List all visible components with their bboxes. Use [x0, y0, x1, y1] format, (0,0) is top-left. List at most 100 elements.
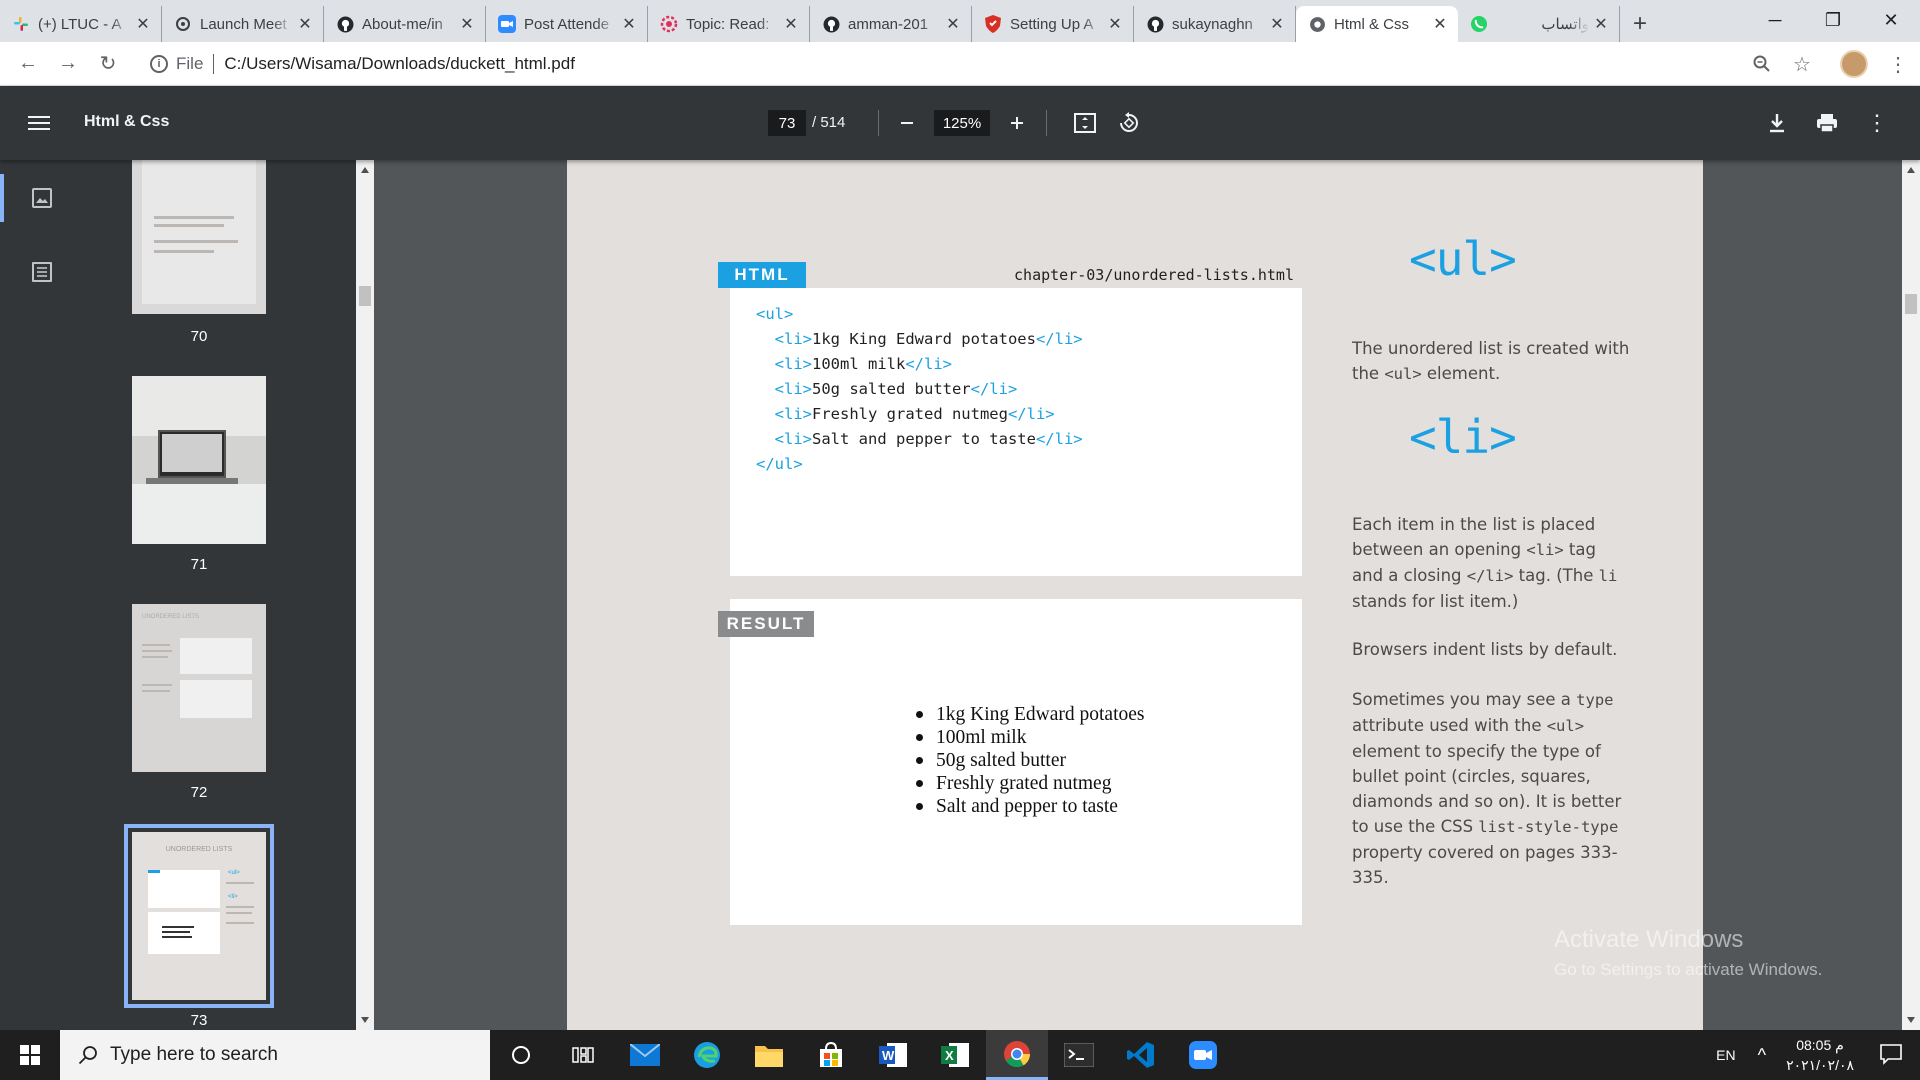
svg-text:W: W: [882, 1048, 895, 1063]
zoom-app-icon[interactable]: [1172, 1030, 1234, 1080]
slack-icon: [12, 15, 30, 33]
edge-icon[interactable]: [676, 1030, 738, 1080]
browser-tab[interactable]: Topic: Read: ✕: [648, 6, 810, 42]
taskbar-search-box[interactable]: Type here to search: [60, 1030, 490, 1080]
thumbnail-number: 73: [190, 1012, 208, 1029]
close-icon[interactable]: ✕: [621, 14, 637, 34]
activate-windows-watermark: Activate Windows Go to Settings to activ…: [1554, 926, 1822, 980]
scroll-up-arrow[interactable]: [1907, 167, 1915, 173]
scroll-up-arrow[interactable]: [361, 167, 369, 173]
thumbnail-scrollbar[interactable]: [356, 160, 374, 1030]
list-item: Salt and pepper to taste: [914, 795, 1145, 818]
notification-icon[interactable]: [1880, 1043, 1902, 1068]
page-thumbnail[interactable]: UNORDERED LISTS: [132, 604, 266, 772]
download-icon[interactable]: [1760, 106, 1794, 140]
zoom-in-button[interactable]: [1000, 106, 1034, 140]
browser-tab[interactable]: amman-201 ✕: [810, 6, 972, 42]
browser-tab[interactable]: (+) LTUC - A ✕: [0, 6, 162, 42]
print-icon[interactable]: [1810, 106, 1844, 140]
close-window-button[interactable]: ✕: [1862, 0, 1920, 40]
minimize-button[interactable]: ─: [1746, 0, 1804, 40]
reload-button[interactable]: ↻: [88, 46, 128, 82]
gear-icon: [660, 15, 678, 33]
excel-icon[interactable]: X: [924, 1030, 986, 1080]
mail-icon[interactable]: [614, 1030, 676, 1080]
menu-kebab-icon[interactable]: ⋮: [1878, 46, 1918, 82]
code-line: <li>100ml milk</li>: [774, 355, 952, 373]
thumbnails-icon[interactable]: [32, 188, 52, 208]
back-button[interactable]: ←: [8, 46, 48, 82]
thumbnail-number: 72: [190, 784, 208, 801]
file-explorer-icon[interactable]: [738, 1030, 800, 1080]
code-panel: <ul> <li>1kg King Edward potatoes</li> <…: [730, 262, 1302, 576]
globe-icon: [1308, 15, 1326, 33]
close-icon[interactable]: ✕: [1593, 14, 1609, 34]
more-options-icon[interactable]: ⋮: [1860, 106, 1894, 140]
browser-tab[interactable]: واتساب ✕: [1458, 6, 1620, 42]
vscode-icon[interactable]: [1110, 1030, 1172, 1080]
close-icon[interactable]: ✕: [459, 14, 475, 34]
forward-button[interactable]: →: [48, 46, 88, 82]
chrome-icon[interactable]: [986, 1030, 1048, 1080]
tab-label: واتساب: [1541, 16, 1589, 33]
chevron-up-icon[interactable]: ^: [1758, 1045, 1766, 1066]
close-icon[interactable]: ✕: [1432, 14, 1448, 34]
new-tab-button[interactable]: +: [1620, 6, 1660, 42]
zoom-icon[interactable]: [1742, 46, 1782, 82]
scroll-down-arrow[interactable]: [1907, 1017, 1915, 1023]
close-icon[interactable]: ✕: [1269, 14, 1285, 34]
browser-tab-active[interactable]: Html & Css ✕: [1296, 6, 1458, 42]
tab-label: Post Attende: [524, 15, 610, 33]
outline-icon[interactable]: [32, 262, 52, 282]
language-indicator[interactable]: EN: [1716, 1047, 1735, 1063]
page-thumbnail-selected[interactable]: UNORDERED LISTS <ul> <li>: [124, 824, 274, 1008]
rotate-icon[interactable]: [1112, 106, 1146, 140]
html-label: HTML: [718, 262, 806, 288]
clock-time: 08:05 م: [1796, 1037, 1844, 1053]
fit-page-icon[interactable]: [1068, 106, 1102, 140]
bookmark-star-icon[interactable]: ☆: [1782, 46, 1822, 82]
browser-tab[interactable]: sukaynaghn ✕: [1134, 6, 1296, 42]
sidebar-rail: [0, 160, 84, 1030]
close-icon[interactable]: ✕: [1107, 14, 1123, 34]
page-thumbnail[interactable]: [132, 376, 266, 544]
terminal-icon[interactable]: [1048, 1030, 1110, 1080]
browser-tab[interactable]: About-me/in ✕: [324, 6, 486, 42]
task-view-icon[interactable]: [552, 1030, 614, 1080]
close-icon[interactable]: ✕: [135, 14, 151, 34]
windows-start-icon[interactable]: [0, 1030, 60, 1080]
thumbnail-panel: 70 71 UNORDERED LISTS 72 UNORDERED LISTS…: [84, 160, 356, 1030]
menu-icon[interactable]: [28, 112, 50, 132]
browser-tab[interactable]: Post Attende ✕: [486, 6, 648, 42]
avatar[interactable]: [1840, 50, 1868, 78]
tab-label: amman-201: [848, 15, 929, 33]
address-bar[interactable]: i File C:/Users/Wisama/Downloads/duckett…: [134, 46, 1788, 82]
pdf-viewport[interactable]: <ul> <li>1kg King Edward potatoes</li> <…: [374, 160, 1902, 1030]
list-item: 100ml milk: [914, 726, 1145, 749]
zoom-level-input[interactable]: 125%: [934, 110, 990, 136]
code-line: <li>50g salted butter</li>: [774, 380, 1018, 398]
svg-text:X: X: [945, 1048, 954, 1063]
maximize-button[interactable]: ❐: [1804, 0, 1862, 40]
zoom-out-button[interactable]: [890, 106, 924, 140]
scroll-down-arrow[interactable]: [361, 1017, 369, 1023]
close-icon[interactable]: ✕: [945, 14, 961, 34]
close-icon[interactable]: ✕: [783, 14, 799, 34]
browser-tab[interactable]: Launch Meet ✕: [162, 6, 324, 42]
clock[interactable]: 08:05 م ٢٠٢١/٠٢/٠٨: [1786, 1035, 1854, 1075]
scrollbar-thumb[interactable]: [359, 286, 371, 306]
main-scrollbar[interactable]: [1902, 160, 1920, 1030]
active-indicator: [0, 174, 4, 222]
cortana-icon[interactable]: [490, 1030, 552, 1080]
page-number-input[interactable]: 73: [768, 110, 806, 136]
browser-tab[interactable]: Setting Up A ✕: [972, 6, 1134, 42]
page-thumbnail[interactable]: [132, 160, 266, 314]
pdf-page: <ul> <li>1kg King Edward potatoes</li> <…: [567, 160, 1703, 1030]
word-icon[interactable]: W: [862, 1030, 924, 1080]
scrollbar-thumb[interactable]: [1905, 294, 1917, 314]
store-icon[interactable]: [800, 1030, 862, 1080]
tab-label: sukaynaghn: [1172, 15, 1253, 33]
info-icon[interactable]: i: [150, 55, 168, 73]
search-icon: [78, 1046, 97, 1065]
close-icon[interactable]: ✕: [297, 14, 313, 34]
